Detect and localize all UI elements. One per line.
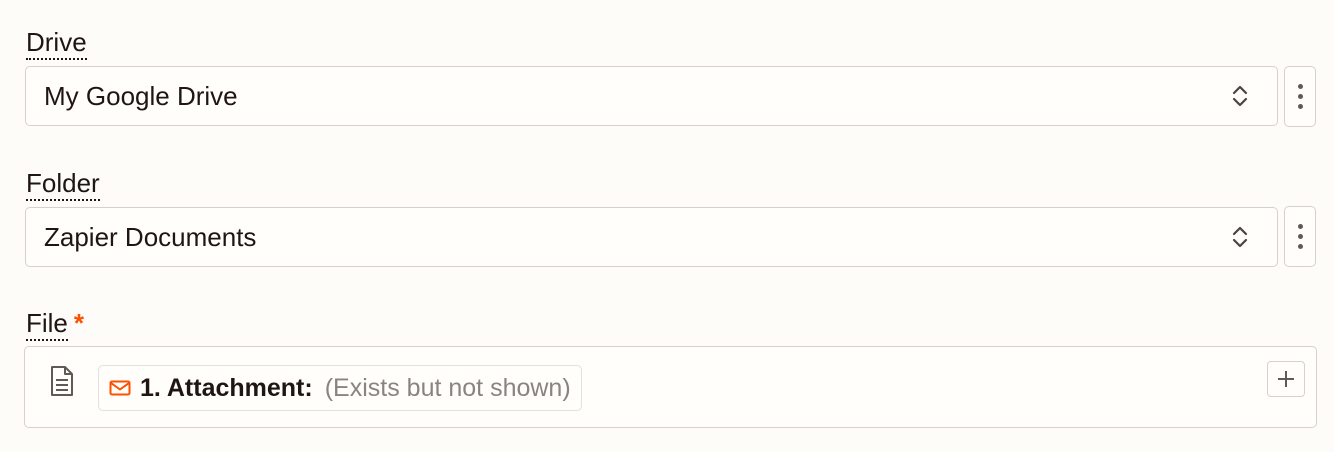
- mapped-field-pill[interactable]: 1. Attachment: (Exists but not shown): [98, 365, 582, 411]
- vertical-ellipsis-icon: [1297, 224, 1303, 249]
- folder-label: Folder: [26, 167, 100, 201]
- add-mapping-button[interactable]: [1267, 361, 1305, 397]
- chevron-up-down-icon: [1232, 85, 1248, 107]
- folder-select[interactable]: Zapier Documents: [25, 207, 1278, 267]
- required-marker: *: [73, 308, 85, 338]
- folder-select-value: Zapier Documents: [44, 221, 257, 252]
- folder-label-text: Folder: [26, 168, 100, 201]
- mail-icon: [109, 380, 131, 396]
- file-label-text: File: [26, 308, 68, 341]
- mapped-field-value: (Exists but not shown): [324, 373, 571, 402]
- drive-select[interactable]: My Google Drive: [25, 66, 1278, 126]
- file-input[interactable]: 1. Attachment: (Exists but not shown): [24, 346, 1317, 428]
- file-label: File *: [26, 307, 85, 341]
- vertical-ellipsis-icon: [1297, 84, 1303, 109]
- plus-icon: [1278, 371, 1294, 387]
- drive-select-value: My Google Drive: [44, 80, 238, 111]
- folder-more-options-button[interactable]: [1284, 206, 1316, 267]
- drive-more-options-button[interactable]: [1284, 66, 1316, 127]
- drive-label-text: Drive: [26, 27, 87, 60]
- drive-label: Drive: [26, 26, 87, 60]
- document-icon: [51, 366, 73, 396]
- chevron-up-down-icon: [1232, 226, 1248, 248]
- mapped-field-label: 1. Attachment:: [140, 373, 313, 402]
